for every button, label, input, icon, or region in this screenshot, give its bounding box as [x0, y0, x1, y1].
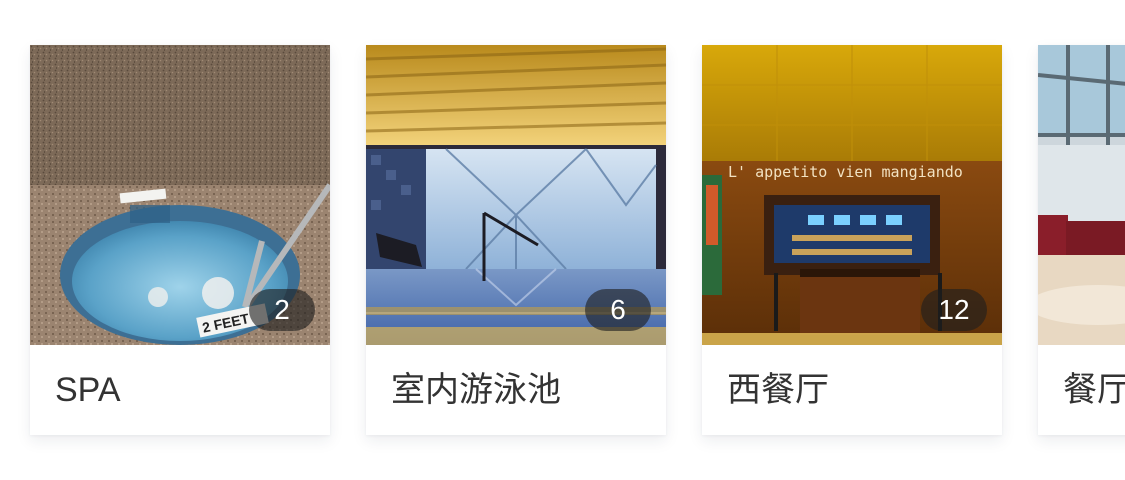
- facility-name: 室内游泳池: [391, 371, 561, 409]
- restaurant-photo: [1038, 45, 1125, 345]
- facility-name: 餐厅: [1063, 371, 1125, 409]
- facility-card-spa[interactable]: 2 FEET 2 SPA: [30, 45, 330, 435]
- restaurant-wall-lettering: L' appetito vien mangiando: [728, 163, 963, 181]
- facility-card-restaurant[interactable]: 餐厅: [1038, 45, 1125, 435]
- facility-name: 西餐厅: [727, 371, 829, 409]
- photo-count-badge: 12: [921, 289, 987, 331]
- photo-count-badge: 2: [249, 289, 315, 331]
- facility-card-indoor-pool[interactable]: 6 室内游泳池: [366, 45, 666, 435]
- facility-name: SPA: [55, 371, 121, 409]
- photo-count-badge: 6: [585, 289, 651, 331]
- facility-card-western-restaurant[interactable]: L' appetito vien mangiando 12 西餐厅: [702, 45, 1002, 435]
- facility-card-carousel[interactable]: 2 FEET 2 SPA 6 室内游泳池 L' appetito vien ma…: [0, 0, 1125, 480]
